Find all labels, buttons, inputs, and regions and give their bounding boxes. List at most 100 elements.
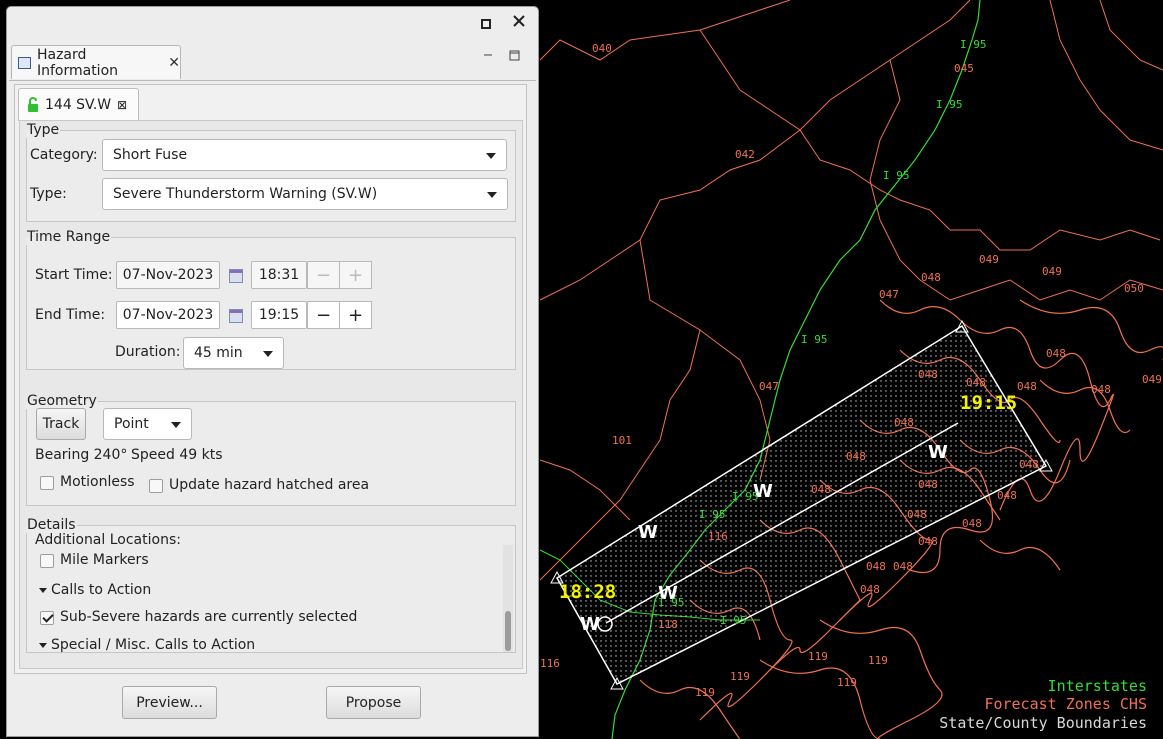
end-time-field[interactable]: 19:15 (251, 301, 307, 329)
chevron-down-icon (171, 422, 181, 428)
interstate-label: I 95 (960, 38, 987, 51)
maximize-icon[interactable] (481, 17, 491, 33)
tab-hazard-144[interactable]: 144 SV.W ⊠ (18, 88, 139, 121)
zone-label: 119 (837, 676, 857, 689)
start-date-field[interactable]: 07-Nov-2023 (116, 261, 220, 289)
zone-label: 048 (962, 517, 982, 530)
time-range-title: Time Range (27, 229, 111, 245)
category-select[interactable]: Short Fuse (102, 139, 507, 171)
zone-label: 047 (879, 288, 899, 301)
details-scrollbar[interactable] (503, 545, 513, 652)
interstate-label: I 95 (699, 508, 726, 521)
duration-label: Duration: (115, 344, 181, 360)
zone-label: 040 (592, 42, 612, 55)
sub-severe-checkbox[interactable] (40, 611, 54, 625)
hazard-information-window: Hazard Information ✕ 144 SV.W ⊠ Type Cat… (6, 6, 539, 737)
w-mark: W (580, 614, 600, 635)
propose-button[interactable]: Propose (326, 686, 421, 719)
end-time-label: 19:15 (960, 392, 1017, 414)
zone-label: 118 (658, 618, 678, 631)
details-title: Details (27, 517, 76, 533)
view-minimize-icon[interactable] (483, 50, 493, 65)
view-tab-bar: Hazard Information ✕ (9, 44, 536, 81)
view-body: 144 SV.W ⊠ Type Category: Short Fuse Typ… (9, 81, 536, 734)
zone-label: 119 (808, 650, 828, 663)
zone-label: 048 (907, 508, 927, 521)
interstate-label: I 95 (732, 490, 759, 503)
motionless-checkbox[interactable] (40, 476, 54, 490)
zone-label: 048 (966, 376, 986, 389)
duration-select[interactable]: 45 min (183, 337, 284, 369)
interstate-label: I 95 (801, 333, 828, 346)
additional-locations-label: Additional Locations: (35, 532, 181, 548)
track-button[interactable]: Track (36, 408, 86, 440)
zone-label: 116 (540, 657, 560, 670)
tab-close-icon[interactable]: ✕ (168, 55, 180, 71)
calendar-icon[interactable] (229, 269, 243, 283)
zone-label: 048 (997, 489, 1017, 502)
zone-label: 048 (1019, 458, 1039, 471)
hazard-tab-folder: 144 SV.W ⊠ Type Category: Short Fuse Typ… (14, 84, 527, 674)
type-label: Type: (30, 186, 67, 202)
start-minus-button[interactable]: − (307, 261, 340, 289)
preview-button[interactable]: Preview... (122, 686, 217, 719)
w-mark: W (928, 442, 948, 463)
zone-label: 048 (921, 271, 941, 284)
zone-label: 050 (1124, 282, 1144, 295)
zone-label: 048 (846, 450, 866, 463)
scrollbar-thumb[interactable] (505, 611, 511, 651)
type-group-title: Type (27, 122, 60, 138)
zone-label: 101 (612, 434, 632, 447)
zone-label: 049 (1042, 265, 1062, 278)
end-date-field[interactable]: 07-Nov-2023 (116, 301, 220, 329)
w-mark: W (638, 522, 658, 543)
speed-text: Speed 49 kts (131, 447, 223, 463)
tab-hazard-information[interactable]: Hazard Information ✕ (11, 45, 181, 79)
end-time-label: End Time: (35, 307, 106, 323)
type-select[interactable]: Severe Thunderstorm Warning (SV.W) (102, 178, 508, 210)
zone-label: 116 (708, 530, 728, 543)
chevron-down-icon (486, 153, 496, 159)
chevron-down-icon (263, 351, 273, 357)
zone-label: 048 (1091, 383, 1111, 396)
shape-value: Point (114, 416, 149, 432)
start-time-field[interactable]: 18:31 (251, 261, 307, 289)
interstate-label: I 95 (658, 596, 685, 609)
mile-markers-label: Mile Markers (60, 552, 149, 568)
start-plus-button[interactable]: + (339, 261, 372, 289)
zone-label: 047 (759, 380, 779, 393)
end-plus-button[interactable]: + (339, 301, 372, 329)
start-time-label: Start Time: (35, 267, 113, 283)
calendar-icon[interactable] (229, 309, 243, 323)
mile-markers-checkbox[interactable] (40, 554, 54, 568)
motionless-label: Motionless (60, 474, 135, 490)
zone-label: 048 (918, 535, 938, 548)
zone-label: 048 (893, 560, 913, 573)
end-minus-button[interactable]: − (307, 301, 340, 329)
update-hatched-area-label: Update hazard hatched area (169, 477, 370, 493)
interstate-label: I 95 (936, 98, 963, 111)
tab-label: Hazard Information (36, 46, 119, 79)
hazard-tab-close-icon[interactable]: ⊠ (117, 98, 127, 112)
expand-triangle-icon[interactable] (39, 643, 47, 648)
calls-to-action-header[interactable]: Calls to Action (51, 582, 151, 598)
zone-label: 119 (695, 686, 715, 699)
zone-label: 049 (979, 253, 999, 266)
zone-label: 048 (918, 368, 938, 381)
zone-label: 042 (735, 148, 755, 161)
interstate-label: I 95 (720, 614, 747, 627)
view-maximize-icon[interactable] (509, 50, 520, 65)
update-hatched-area-checkbox[interactable] (149, 479, 163, 493)
geometry-title: Geometry (27, 393, 97, 409)
special-calls-header[interactable]: Special / Misc. Calls to Action (51, 637, 255, 653)
zone-label: 048 (918, 478, 938, 491)
interstate-label: I 95 (883, 169, 910, 182)
expand-triangle-icon[interactable] (39, 588, 47, 593)
zone-label: 119 (730, 670, 750, 683)
shape-select[interactable]: Point (103, 408, 192, 440)
start-time-label: 18:28 (559, 581, 616, 603)
zone-label: 048 (1046, 347, 1066, 360)
zone-label: 119 (868, 654, 888, 667)
hazard-tab-label: 144 SV.W (45, 97, 112, 113)
close-icon[interactable] (513, 15, 525, 31)
